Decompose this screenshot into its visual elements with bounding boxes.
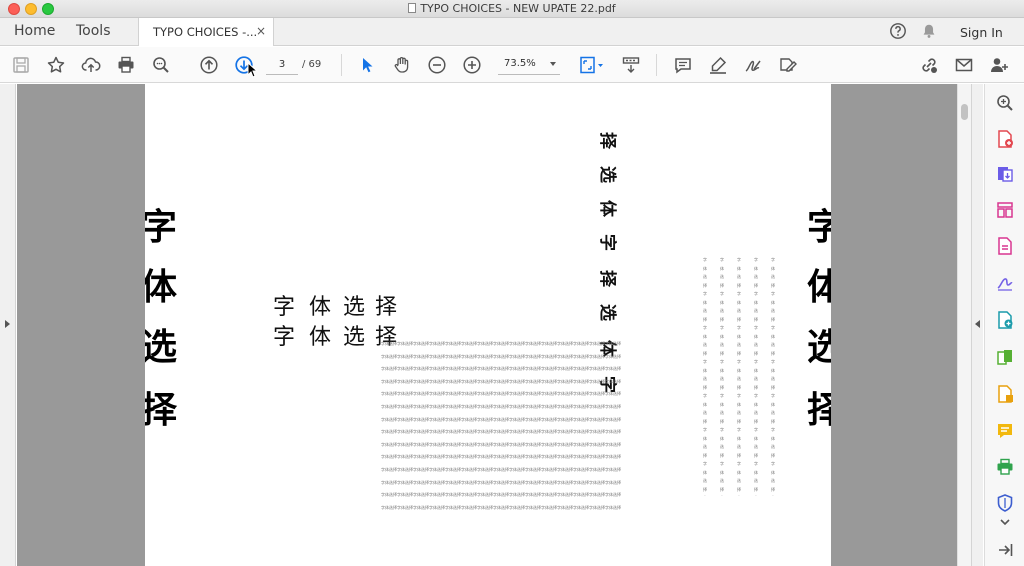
organize-pages-icon[interactable] [995,200,1015,220]
scroll-mode-icon[interactable] [621,55,641,75]
select-arrow-icon[interactable] [357,55,377,75]
expand-pane-icon[interactable] [995,540,1015,560]
big-character: 体 [145,267,178,308]
window-title-area: TYPO CHOICES - NEW UPATE 22.pdf [0,2,1024,15]
middle-character: 择 [375,295,398,320]
tools-pane [984,84,1024,566]
page-number-input[interactable] [266,55,298,75]
rotated-character: 字 [597,234,617,251]
middle-character: 选 [343,325,366,350]
rotated-character: 择 [597,132,617,149]
big-character: 字 [807,207,831,248]
window-title: TYPO CHOICES - NEW UPATE 22.pdf [420,2,616,15]
fit-page-icon[interactable] [578,55,606,75]
chevron-left-icon [975,320,980,328]
zoom-out-icon[interactable] [427,55,447,75]
zoom-in-icon[interactable] [462,55,482,75]
small-text-column: 字体选择字体选择字体选择字体选择字体选择字体选择字体选择字体选择 [771,257,775,496]
compare-icon[interactable] [995,347,1015,367]
save-icon[interactable] [11,55,31,75]
tab-tools[interactable]: Tools [76,23,111,39]
scrollbar-thumb[interactable] [961,104,968,120]
pdf-file-icon [408,3,417,13]
middle-character: 选 [343,295,366,320]
print-icon[interactable] [116,55,136,75]
add-user-icon[interactable] [989,55,1009,75]
page-total-label: / 69 [302,59,322,70]
big-character: 体 [807,267,831,308]
create-pdf-icon[interactable] [995,129,1015,149]
comment-icon[interactable] [673,55,693,75]
document-viewer[interactable]: 字 体 选 择 字 体 选 择 字 体 选 择 字 体 选 择 择 选 体 字 … [17,84,957,566]
zoom-level-value: 73.5% [504,58,536,69]
toolbar-divider [341,54,342,76]
middle-character: 体 [309,325,332,350]
tab-document[interactable]: TYPO CHOICES -... × [138,18,274,46]
chevron-down-icon[interactable] [995,512,1015,532]
notification-bell-icon[interactable] [920,22,938,40]
rotated-character: 体 [597,200,617,217]
small-text-column: 字体选择字体选择字体选择字体选择字体选择字体选择字体选择字体选择 [754,257,758,496]
tab-home[interactable]: Home [14,23,55,39]
chevron-right-icon [5,320,10,328]
big-character: 选 [807,327,831,368]
mail-icon[interactable] [954,55,974,75]
rotated-character: 选 [597,304,617,321]
rotated-character: 择 [597,270,617,287]
previous-page-icon[interactable] [199,55,219,75]
help-icon[interactable] [889,22,907,40]
big-character: 选 [145,327,178,368]
shield-icon[interactable] [995,493,1015,513]
big-character: 择 [145,390,178,431]
print-production-icon[interactable] [995,457,1015,477]
export-pdf-icon[interactable] [995,164,1015,184]
window-titlebar: TYPO CHOICES - NEW UPATE 22.pdf [0,0,1024,18]
mouse-cursor-icon [247,61,259,78]
big-character: 字 [145,207,178,248]
tab-document-label: TYPO CHOICES -... [153,25,258,39]
highlight-icon[interactable] [708,55,728,75]
link-icon[interactable] [919,55,939,75]
right-pane-toggle[interactable] [971,84,983,566]
cloud-upload-icon[interactable] [81,55,101,75]
star-icon[interactable] [46,55,66,75]
protect-file-icon[interactable] [995,384,1015,404]
toolbar-divider [656,54,657,76]
pdf-page: 字 体 选 择 字 体 选 择 字 体 选 择 字 体 选 择 择 选 体 字 … [145,84,831,566]
middle-character: 字 [273,325,296,350]
edit-pdf-icon[interactable] [995,236,1015,256]
vertical-scrollbar[interactable] [957,84,971,566]
main-toolbar: / 69 73.5% [0,47,1024,83]
enhance-scans-icon[interactable] [995,310,1015,330]
search-zoom-icon[interactable] [995,93,1015,113]
rotated-character: 选 [597,166,617,183]
left-pane-toggle[interactable] [0,84,16,566]
sign-pen-icon[interactable] [995,272,1015,292]
small-text-column: 字体选择字体选择字体选择字体选择字体选择字体选择字体选择字体选择 [703,257,707,496]
sign-in-link[interactable]: Sign In [960,25,1003,40]
zoom-level-select[interactable]: 73.5% [498,55,560,75]
tab-bar: Home Tools TYPO CHOICES -... × Sign In [0,18,1024,46]
middle-character: 体 [309,295,332,320]
big-character: 择 [807,390,831,431]
comment-icon[interactable] [995,421,1015,441]
small-text-grid: 字体选择字体选择字体选择字体选择字体选择字体选择字体选择字体选择字体选择字体选择… [381,341,621,510]
search-zoom-icon[interactable] [151,55,171,75]
tab-close-icon[interactable]: × [256,24,266,38]
fill-sign-icon[interactable] [778,55,798,75]
hand-icon[interactable] [392,55,412,75]
small-text-column: 字体选择字体选择字体选择字体选择字体选择字体选择字体选择字体选择 [737,257,741,496]
middle-character: 字 [273,295,296,320]
small-text-column: 字体选择字体选择字体选择字体选择字体选择字体选择字体选择字体选择 [720,257,724,496]
sign-icon[interactable] [743,55,763,75]
chevron-down-icon [550,62,556,66]
